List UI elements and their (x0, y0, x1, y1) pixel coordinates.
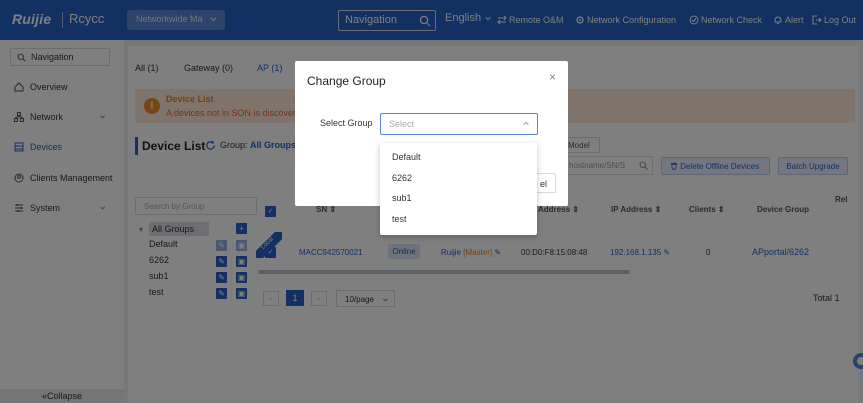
select-group-placeholder: Select (389, 119, 415, 129)
option-default[interactable]: Default (392, 152, 421, 162)
option-test[interactable]: test (392, 214, 407, 224)
chevron-up-icon (522, 120, 530, 128)
option-sub1[interactable]: sub1 (392, 193, 412, 203)
option-6262[interactable]: 6262 (392, 173, 412, 183)
select-group-label: Select Group (320, 118, 373, 128)
select-group-dropdown[interactable]: Select (380, 113, 538, 135)
group-options-list: Default 6262 sub1 test (380, 143, 537, 235)
close-icon[interactable]: × (549, 70, 556, 84)
modal-title: Change Group (307, 74, 386, 88)
